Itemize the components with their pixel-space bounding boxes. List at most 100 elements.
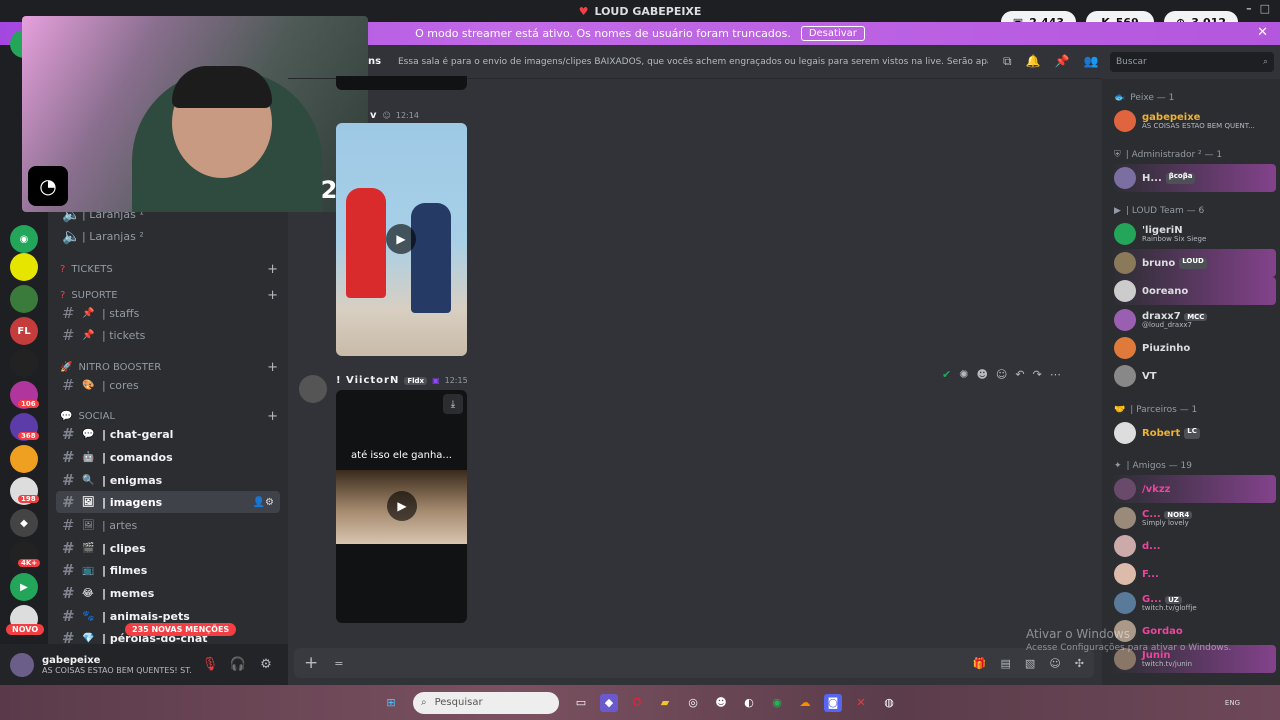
discord-icon[interactable]: ◙: [824, 693, 842, 712]
category-tickets[interactable]: ? TICKETS +: [60, 262, 278, 277]
reaction-icon[interactable]: ✺: [959, 368, 968, 381]
obs-icon[interactable]: ◍: [880, 694, 898, 712]
channel-memes[interactable]: # 😂 | memes: [56, 582, 280, 604]
opera-icon[interactable]: O: [628, 694, 646, 712]
channel-artes[interactable]: # 🖼 | artes: [56, 514, 280, 536]
plus-icon[interactable]: +: [267, 360, 278, 375]
app-icon[interactable]: ☁: [796, 694, 814, 712]
channel-imagens[interactable]: # 🖼 | imagens 👤⚙: [56, 491, 280, 513]
video-attachment[interactable]: ▶: [336, 123, 467, 356]
windows-start-icon[interactable]: ⊞: [382, 694, 400, 712]
message-author[interactable]: ! ViictorN: [336, 375, 399, 386]
plus-icon[interactable]: +: [267, 262, 278, 277]
forward-icon[interactable]: ↷: [1033, 368, 1042, 381]
gif-icon[interactable]: ▤: [1001, 657, 1011, 670]
check-reaction-icon[interactable]: ✔: [942, 368, 951, 381]
member-item[interactable]: Piuzinho: [1110, 334, 1276, 362]
reply-icon[interactable]: ↶: [1015, 368, 1024, 381]
minimize-icon[interactable]: –: [1246, 2, 1252, 15]
reaction-icon[interactable]: ☻: [976, 368, 987, 381]
disable-streamer-button[interactable]: Desativar: [800, 26, 865, 41]
apps-icon[interactable]: ✣: [1075, 657, 1084, 670]
member-item[interactable]: gabepeixe AS COISAS ESTAO BEM QUENT...: [1110, 107, 1276, 135]
server-icon[interactable]: ◆: [10, 509, 38, 537]
mute-mic-icon[interactable]: 🎙: [200, 657, 220, 672]
folder-icon[interactable]: ▰: [656, 694, 674, 712]
channel-cores[interactable]: # 🎨 | cores: [56, 374, 280, 396]
server-icon[interactable]: [10, 253, 38, 281]
hash-icon: #: [62, 326, 75, 344]
server-icon[interactable]: ▶: [10, 573, 38, 601]
server-icon[interactable]: [10, 445, 38, 473]
user-info[interactable]: gabepeixe AS COISAS ESTAO BEM QUENTES! S…: [42, 655, 192, 675]
task-view-icon[interactable]: ▭: [572, 694, 590, 712]
app-icon[interactable]: ✕: [852, 694, 870, 712]
steam-icon[interactable]: ◎: [684, 694, 702, 712]
gift-icon[interactable]: 🎁: [973, 657, 987, 670]
member-item[interactable]: d...: [1110, 532, 1276, 560]
member-item[interactable]: F...: [1110, 560, 1276, 588]
server-icon[interactable]: FL: [10, 317, 38, 345]
spotify-icon[interactable]: ◉: [768, 694, 786, 712]
app-icon[interactable]: ☻: [712, 694, 730, 712]
new-mentions-badge[interactable]: 235 NOVAS MENÇÕES: [125, 623, 237, 636]
emoji-icon[interactable]: ☺: [1049, 657, 1060, 670]
server-icon[interactable]: ◉: [10, 225, 38, 253]
headphones-icon[interactable]: 🎧: [228, 657, 248, 672]
plus-icon[interactable]: +: [267, 409, 278, 424]
app-icon[interactable]: ◆: [600, 693, 618, 712]
bell-icon[interactable]: 🔔: [1026, 54, 1041, 69]
member-item[interactable]: /vkzz: [1110, 475, 1276, 503]
channel-topic[interactable]: Essa sala é para o envio de imagens/clip…: [398, 57, 988, 67]
taskbar-search[interactable]: ⌕ Pesquisar: [413, 691, 559, 714]
members-icon[interactable]: 👥: [1083, 54, 1098, 69]
rocket-icon: 🚀: [60, 362, 73, 373]
channel-chat-geral[interactable]: # 💬 | chat-geral: [56, 423, 280, 445]
play-icon[interactable]: ▶: [387, 491, 417, 521]
close-icon[interactable]: ✕: [1257, 25, 1268, 40]
member-item[interactable]: G... UZ twitch.tv/gloffje: [1110, 589, 1276, 617]
member-item[interactable]: VT: [1110, 362, 1276, 390]
category-nitro[interactable]: 🚀 NITRO BOOSTER +: [60, 360, 278, 375]
download-icon[interactable]: ⤓: [443, 394, 463, 414]
member-item[interactable]: 'ligeriN Rainbow Six Siege: [1110, 220, 1276, 248]
channel-clipes[interactable]: # 🎬 | clipes: [56, 537, 280, 559]
member-item[interactable]: Robert LC: [1110, 419, 1276, 447]
member-item[interactable]: Gordao: [1110, 617, 1276, 645]
maximize-icon[interactable]: □: [1260, 2, 1270, 15]
app-icon[interactable]: ◐: [740, 694, 758, 712]
avatar[interactable]: [299, 375, 327, 403]
sticker-icon[interactable]: ▧: [1025, 657, 1035, 670]
member-item[interactable]: bruno LOUD: [1110, 249, 1276, 277]
play-icon[interactable]: ▶: [386, 224, 416, 254]
message-input[interactable]: + = 🎁 ▤ ▧ ☺ ✣: [294, 648, 1094, 678]
channel-staffs[interactable]: # 📌 | staffs: [56, 302, 280, 324]
member-item[interactable]: draxx7 MCC @loud_draxx7: [1110, 306, 1276, 334]
category-suporte[interactable]: ? SUPORTE +: [60, 288, 278, 303]
attach-plus-icon[interactable]: +: [304, 653, 318, 673]
plus-icon[interactable]: +: [267, 288, 278, 303]
voice-channel[interactable]: 🔈 | Laranjas ²: [56, 225, 280, 247]
channel-enigmas[interactable]: # 🔍 | enigmas: [56, 469, 280, 491]
add-reaction-icon[interactable]: ☺: [996, 368, 1007, 381]
channel-settings-icon[interactable]: 👤⚙: [253, 497, 274, 508]
video-attachment[interactable]: ⤓ até isso ele ganha... ▶: [336, 390, 467, 623]
search-input[interactable]: Buscar ⌕: [1110, 52, 1274, 72]
gear-icon[interactable]: ⚙: [256, 657, 276, 672]
avatar[interactable]: [10, 652, 34, 677]
more-icon[interactable]: ⋯: [1050, 368, 1061, 381]
category-social[interactable]: 💬 SOCIAL +: [60, 409, 278, 424]
channel-tickets[interactable]: # 📌 | tickets: [56, 324, 280, 346]
server-icon[interactable]: [10, 349, 38, 377]
member-item[interactable]: H... βcoβa: [1110, 164, 1276, 192]
member-item[interactable]: C... NOR4 Simply lovely: [1110, 504, 1276, 532]
member-item[interactable]: 0oreano: [1110, 277, 1276, 305]
threads-icon[interactable]: ⧉: [1003, 54, 1012, 69]
channel-comandos[interactable]: # 🤖 | comandos: [56, 446, 280, 468]
message-author[interactable]: v: [370, 110, 378, 121]
format-icon[interactable]: =: [334, 657, 343, 670]
pin-icon[interactable]: 📌: [1055, 54, 1070, 69]
channel-filmes[interactable]: # 📺 | filmes: [56, 559, 280, 581]
language-indicator[interactable]: ENG: [1225, 699, 1240, 707]
server-icon[interactable]: [10, 285, 38, 313]
